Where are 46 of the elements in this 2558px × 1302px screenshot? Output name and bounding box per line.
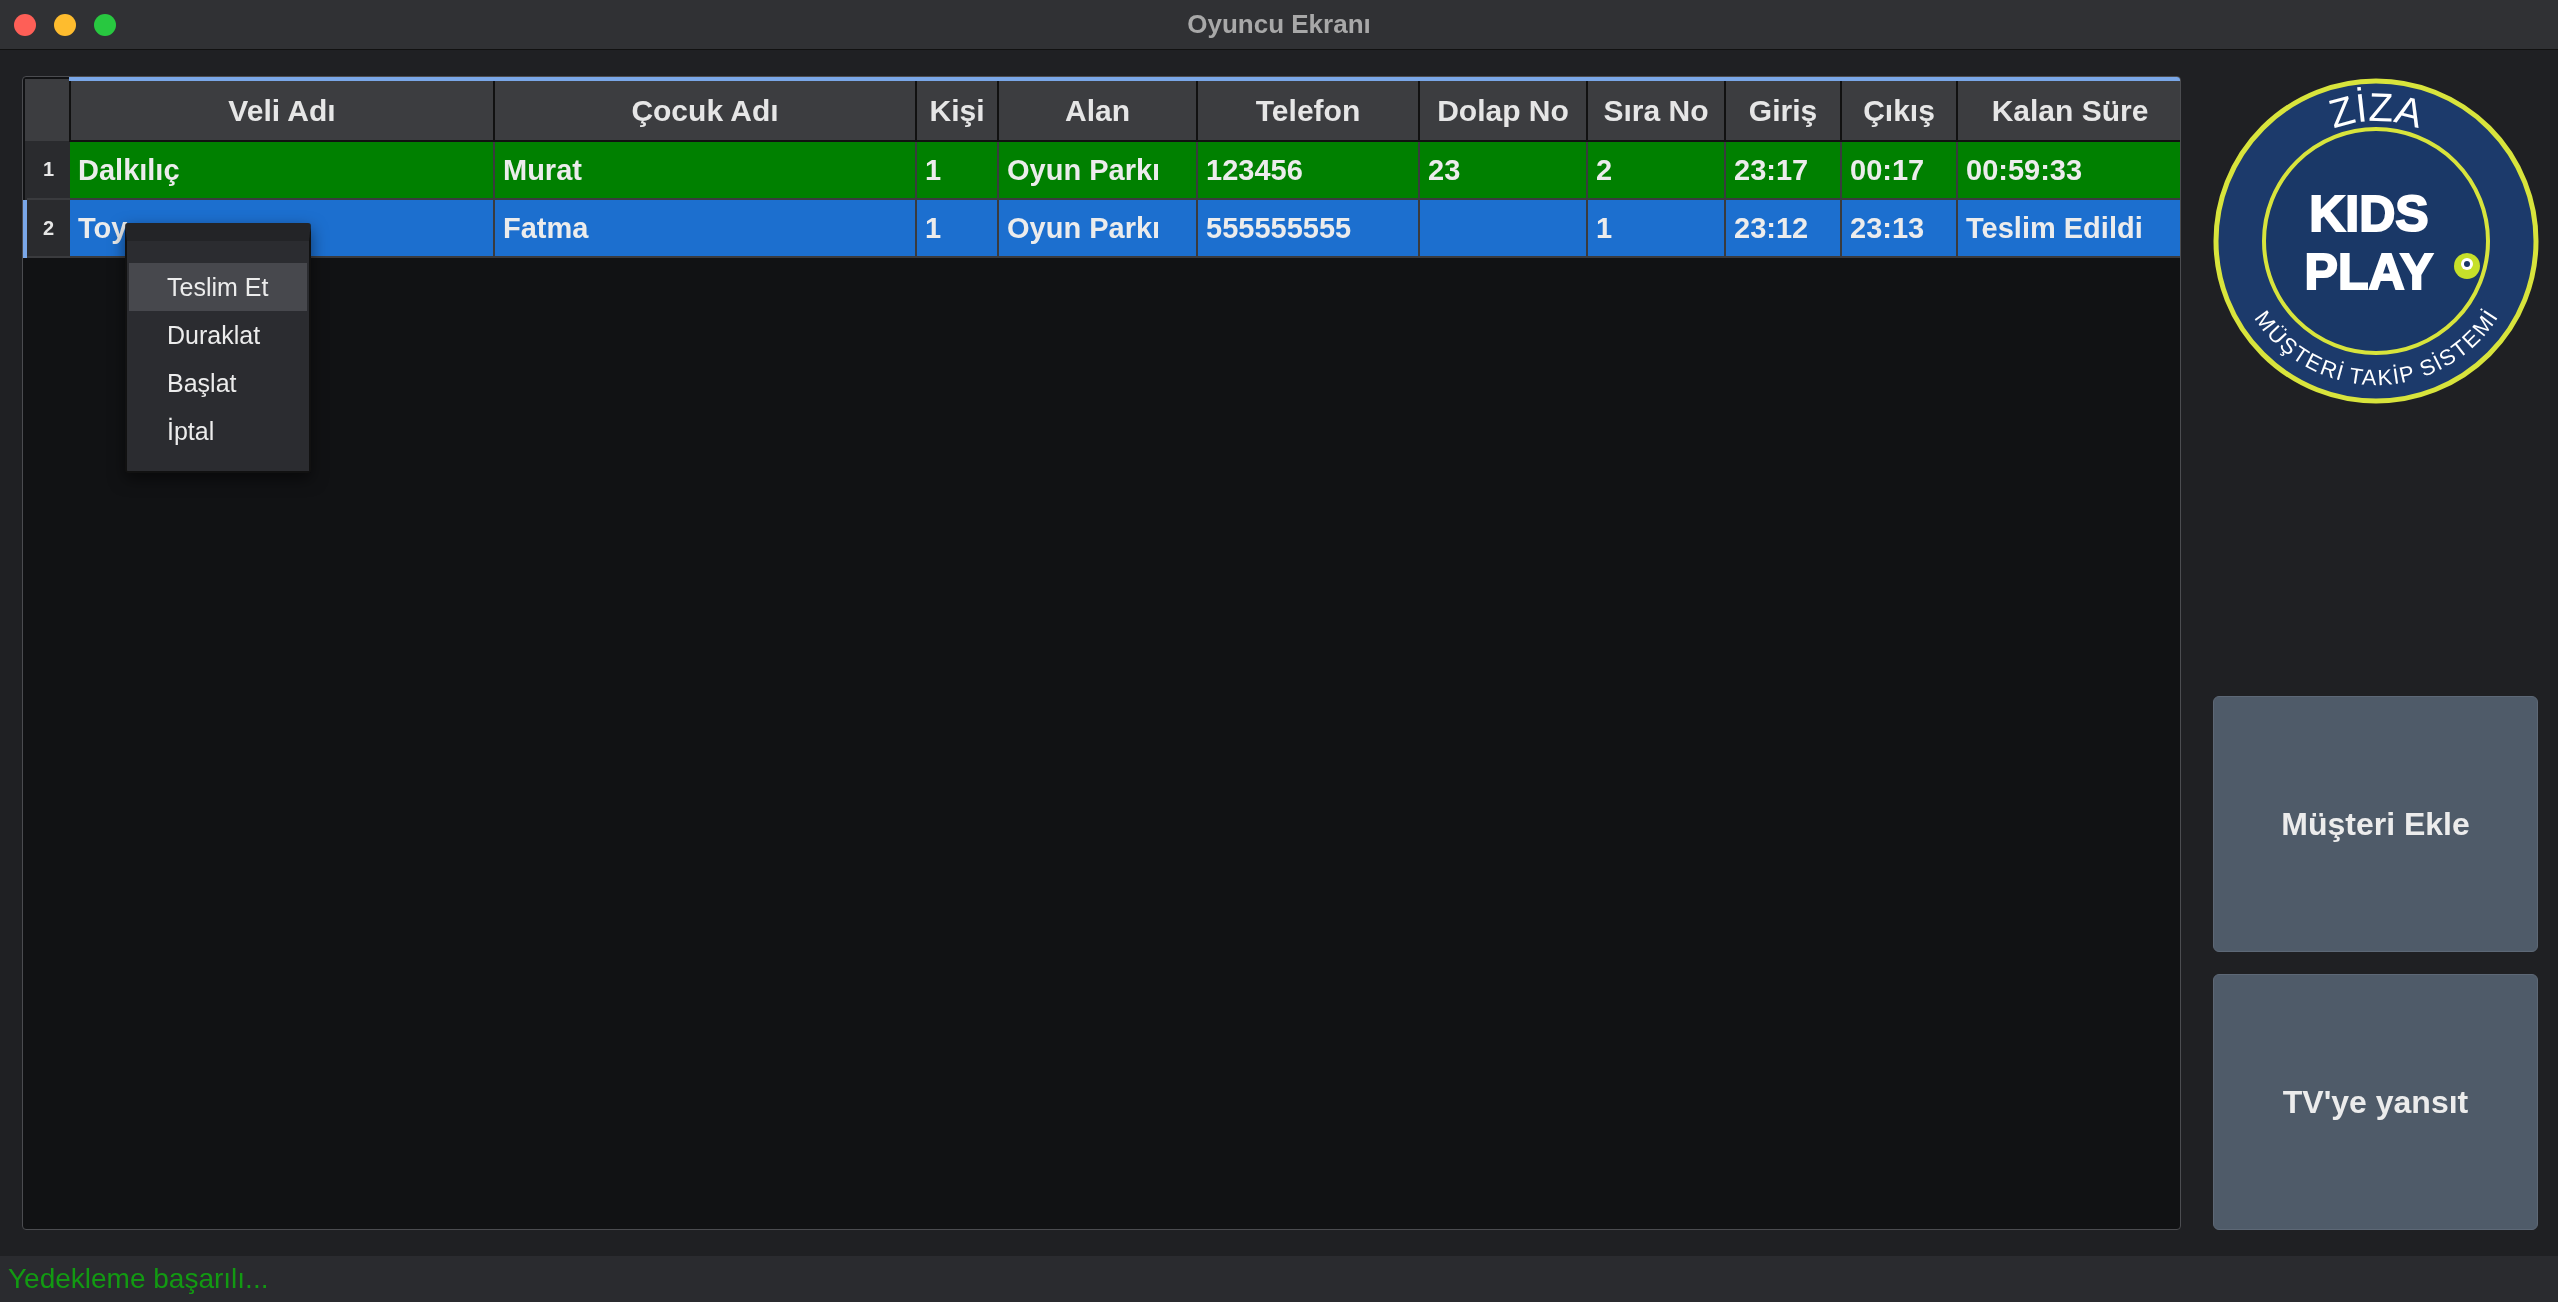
column-header[interactable]: Alan (998, 79, 1197, 141)
table-cell: 555555555 (1197, 199, 1419, 257)
table-cell: Murat (494, 141, 916, 199)
column-header[interactable]: Telefon (1197, 79, 1419, 141)
table-cell: 1 (916, 141, 998, 199)
menu-item[interactable]: Duraklat (129, 311, 307, 359)
table-cell: 2 (1587, 141, 1725, 199)
column-header[interactable]: Sıra No (1587, 79, 1725, 141)
logo-title: ZİZA (2323, 84, 2427, 136)
action-button[interactable]: Müşteri Ekle (2213, 696, 2538, 952)
table-cell: 1 (916, 199, 998, 257)
column-header[interactable]: Kişi (916, 79, 998, 141)
table-cell: Teslim Edildi (1957, 199, 2180, 257)
action-button[interactable]: TV'ye yansıt (2213, 974, 2538, 1230)
menu-item[interactable]: Başlat (129, 359, 307, 407)
column-header[interactable]: Giriş (1725, 79, 1841, 141)
window-title: Oyuncu Ekranı (1187, 9, 1371, 40)
table-cell: Oyun Parkı (998, 199, 1197, 257)
column-header[interactable]: Veli Adı (70, 79, 494, 141)
table-cell: Oyun Parkı (998, 141, 1197, 199)
status-text: Yedekleme başarılı... (8, 1263, 269, 1295)
table-cell: 00:17 (1841, 141, 1957, 199)
logo-text: KIDS (2308, 186, 2429, 242)
column-header[interactable]: Dolap No (1419, 79, 1587, 141)
table-cell: 00:59:33 (1957, 141, 2180, 199)
table-cell: Fatma (494, 199, 916, 257)
table-cell: 23 (1419, 141, 1587, 199)
menu-item[interactable]: İptal (129, 407, 307, 455)
table-corner (25, 79, 70, 141)
table-cell: 123456 (1197, 141, 1419, 199)
table-cell: Dalkılıç (70, 141, 494, 199)
column-header[interactable]: Çocuk Adı (494, 79, 916, 141)
column-header[interactable]: Kalan Süre (1957, 79, 2180, 141)
row-number[interactable]: 1 (25, 141, 70, 199)
minimize-button[interactable] (54, 13, 76, 36)
menu-item[interactable]: Teslim Et (129, 263, 307, 311)
monster-icon (2453, 253, 2480, 279)
column-header[interactable]: Çıkış (1841, 79, 1957, 141)
logo-text: PLAY (2304, 244, 2433, 300)
table-cell: 1 (1587, 199, 1725, 257)
close-button[interactable] (14, 13, 36, 36)
zoom-button[interactable] (94, 13, 116, 36)
row-number[interactable]: 2 (25, 199, 70, 257)
table-cell: 23:17 (1725, 141, 1841, 199)
table-cell: 23:13 (1841, 199, 1957, 257)
table-cell: 23:12 (1725, 199, 1841, 257)
